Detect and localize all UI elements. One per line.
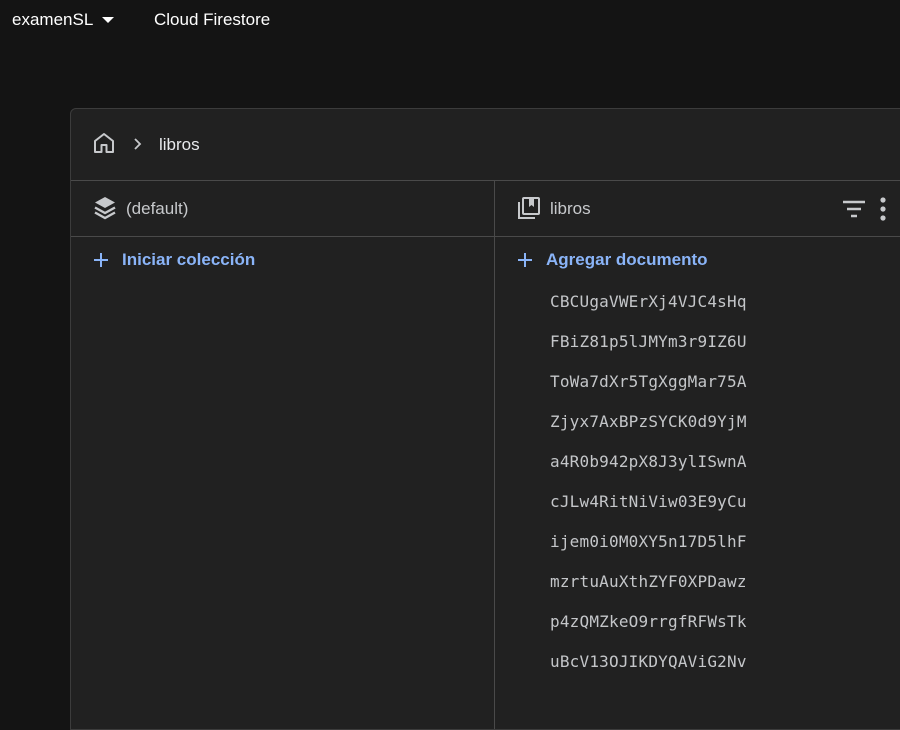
database-title: (default) (126, 199, 189, 218)
project-selector[interactable]: examenSL (12, 10, 115, 30)
document-item[interactable]: mzrtuAuXthZYF0XPDawz (550, 572, 747, 612)
chevron-right-icon (134, 138, 142, 150)
breadcrumb: libros (71, 109, 900, 181)
collection-column-header: libros (495, 181, 900, 237)
document-item[interactable]: CBCUgaVWErXj4VJC4sHq (550, 292, 747, 332)
breadcrumb-item-libros[interactable]: libros (159, 135, 200, 155)
plus-icon (94, 253, 108, 267)
database-column: (default) Iniciar colección (71, 181, 495, 729)
database-column-header: (default) (71, 181, 494, 237)
caret-down-icon (102, 17, 115, 23)
project-name: examenSL (12, 10, 94, 29)
database-stack-icon (94, 197, 116, 220)
document-item[interactable]: FBiZ81p5lJMYm3r9IZ6U (550, 332, 747, 372)
collection-title: libros (550, 199, 591, 218)
document-item[interactable]: a4R0b942pX8J3ylISwnA (550, 452, 747, 492)
collection-column: libros Agregar documento CBCUgaVWErXj4VJ… (495, 181, 900, 729)
add-document-button[interactable]: Agregar documento (517, 250, 708, 270)
document-item[interactable]: ijem0i0M0XY5n17D5lhF (550, 532, 747, 572)
document-item[interactable]: Zjyx7AxBPzSYCK0d9YjM (550, 412, 747, 452)
collection-icon (518, 197, 540, 219)
top-bar: examenSL Cloud Firestore (0, 0, 900, 40)
document-item[interactable]: p4zQMZkeO9rrgfRFWsTk (550, 612, 747, 652)
start-collection-label: Iniciar colección (122, 250, 256, 269)
firestore-data-panel: libros (default) Iniciar colección libro… (70, 108, 900, 730)
plus-icon (518, 253, 532, 267)
document-item[interactable]: cJLw4RitNiViw03E9yCu (550, 492, 747, 532)
document-item[interactable]: ToWa7dXr5TgXggMar75A (550, 372, 747, 412)
more-vert-icon[interactable] (878, 196, 888, 222)
document-item[interactable]: uBcV13OJIKDYQAViG2Nv (550, 652, 747, 692)
document-list: CBCUgaVWErXj4VJC4sHq FBiZ81p5lJMYm3r9IZ6… (550, 292, 747, 692)
filter-icon[interactable] (841, 196, 867, 222)
start-collection-button[interactable]: Iniciar colección (93, 250, 255, 270)
add-document-label: Agregar documento (546, 250, 708, 269)
product-title: Cloud Firestore (154, 10, 271, 29)
home-icon[interactable] (92, 131, 116, 155)
